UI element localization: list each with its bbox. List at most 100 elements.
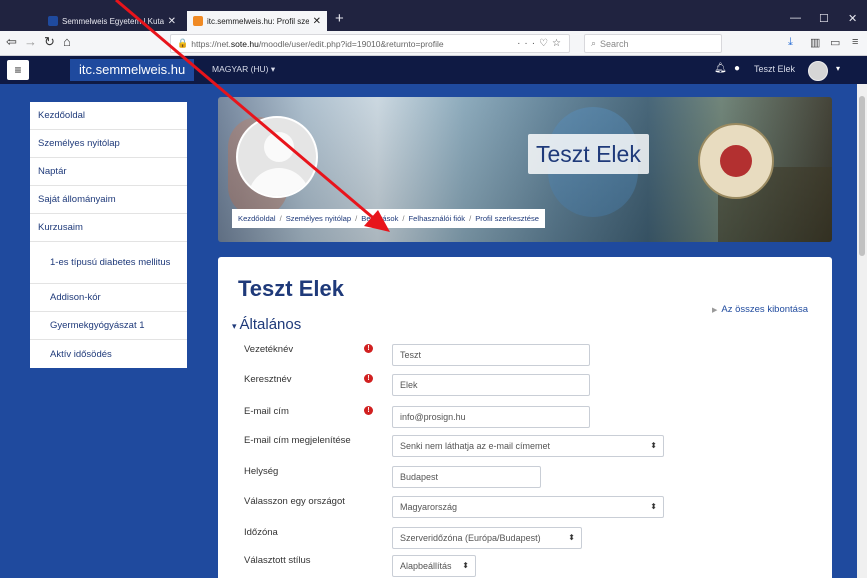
message-icon[interactable]: ● <box>734 63 740 74</box>
notification-bell-icon[interactable]: 🔔︎ <box>714 63 727 74</box>
scrollbar-thumb[interactable] <box>859 96 865 256</box>
sidebar-item-dashboard[interactable]: Személyes nyitólap <box>30 130 187 158</box>
caret-down-icon: ▾ <box>232 321 237 331</box>
breadcrumb: Kezdőoldal / Személyes nyitólap / Beállítá… <box>232 209 545 228</box>
field-label: E-mail cím <box>244 406 289 417</box>
email-field[interactable] <box>392 406 590 428</box>
tab-close-icon[interactable]: ✕ <box>168 16 176 27</box>
sidebar-nav: Kezdőoldal Személyes nyitólap Naptár Saj… <box>30 102 187 368</box>
page-actions-icon[interactable]: ···♡☆ <box>517 38 565 49</box>
tab-title: itc.semmelweis.hu: Profil szerk <box>207 16 309 26</box>
lastname-field[interactable] <box>392 344 590 366</box>
page-title: Teszt Elek <box>238 276 344 301</box>
section-general-toggle[interactable]: ▾ Általános <box>232 316 301 333</box>
tab-close-icon[interactable]: ✕ <box>313 16 321 27</box>
city-field[interactable] <box>392 466 541 488</box>
url-path: /moodle/user/edit.php?id=19010&returnto=… <box>258 38 444 49</box>
sidebar-item-course[interactable]: 1-es típusú diabetes mellitus <box>30 242 187 284</box>
form-row-city: Helység <box>244 466 824 488</box>
browser-tab-2[interactable]: itc.semmelweis.hu: Profil szerk ✕ <box>187 11 327 31</box>
select-value: Magyarország <box>400 502 458 512</box>
search-icon: ⌕ <box>591 38 597 48</box>
drawer-toggle-button[interactable]: ≡ <box>7 60 29 80</box>
breadcrumb-item[interactable]: Profil szerkesztése <box>475 214 539 223</box>
section-title: Általános <box>239 316 302 333</box>
timezone-select[interactable]: Szerveridőzóna (Európa/Budapest) ⬍ <box>392 527 582 549</box>
download-icon[interactable]: ⤓ <box>788 36 793 49</box>
form-row-firstname: Keresztnév ! <box>244 374 824 396</box>
sidebar-item-private-files[interactable]: Saját állományaim <box>30 186 187 214</box>
breadcrumb-item[interactable]: Felhasználói fiók <box>409 214 466 223</box>
sidebar-item-label: Kurzusaim <box>38 222 83 233</box>
back-icon[interactable]: ⇦ <box>6 34 17 50</box>
window-close-icon[interactable]: ✕ <box>848 12 857 25</box>
site-header: ≡ itc.semmelweis.hu MAGYAR (HU) ▾ 🔔︎ ● T… <box>0 56 867 84</box>
required-icon: ! <box>364 374 373 383</box>
sidebar-item-course[interactable]: Aktív idősödés <box>30 340 187 368</box>
expand-all-link[interactable]: ▶ Az összes kibontása <box>712 304 808 315</box>
breadcrumb-separator: / <box>355 214 358 223</box>
site-brand[interactable]: itc.semmelweis.hu <box>70 59 195 81</box>
sidebar-item-calendar[interactable]: Naptár <box>30 158 187 186</box>
select-value: Alapbeállítás <box>400 561 452 571</box>
form-row-country: Válasszon egy országot Magyarország ⬍ <box>244 496 824 518</box>
avatar-body-shape <box>248 168 310 196</box>
url-prefix: https://net. <box>191 38 231 49</box>
breadcrumb-item[interactable]: Kezdőoldal <box>238 214 276 223</box>
chevron-down-icon[interactable]: ▾ <box>836 64 840 73</box>
avatar[interactable] <box>808 61 828 81</box>
library-icon[interactable]: ▥ <box>810 36 820 49</box>
country-select[interactable]: Magyarország ⬍ <box>392 496 664 518</box>
url-bar[interactable]: 🔒 https://net. sote.hu/moodle/user/edit.p… <box>170 34 570 53</box>
breadcrumb-item[interactable]: Személyes nyitólap <box>286 214 351 223</box>
home-icon[interactable]: ⌂ <box>63 34 71 49</box>
required-icon: ! <box>364 344 373 353</box>
language-menu[interactable]: MAGYAR (HU) ▾ <box>212 64 275 75</box>
minimize-icon[interactable]: — <box>790 12 801 24</box>
profile-name: Teszt Elek <box>528 134 649 174</box>
sidebar-item-label: Saját állományaim <box>38 194 116 205</box>
sidebar-item-course[interactable]: Gyermekgyógyászat 1 <box>30 312 187 340</box>
edit-profile-card: Teszt Elek ▶ Az összes kibontása ▾ Általán… <box>218 257 832 578</box>
user-menu-name[interactable]: Teszt Elek <box>754 64 795 74</box>
field-label: Választott stílus <box>244 555 311 566</box>
forward-icon[interactable]: → <box>24 34 37 49</box>
seal-crest <box>720 145 752 177</box>
sidebar-item-label: Aktív idősödés <box>50 348 112 360</box>
select-arrow-icon: ⬍ <box>568 533 575 542</box>
breadcrumb-separator: / <box>402 214 405 223</box>
field-label: Válasszon egy országot <box>244 496 345 507</box>
profile-avatar <box>236 116 318 198</box>
avatar-head-shape <box>264 132 294 162</box>
sidebar-item-label: 1-es típusú diabetes mellitus <box>50 257 171 268</box>
new-tab-icon[interactable]: + <box>335 10 344 27</box>
sidebar-item-label: Személyes nyitólap <box>38 138 120 149</box>
browser-tab-1[interactable]: Semmelweis Egyetem | Kutató ✕ <box>42 11 182 31</box>
breadcrumb-item[interactable]: Beállítások <box>361 214 398 223</box>
sidebar-item-course[interactable]: Addison-kór <box>30 284 187 312</box>
required-icon: ! <box>364 406 373 415</box>
form-row-theme: Választott stílus Alapbeállítás ⬍ <box>244 555 824 577</box>
browser-nav-bar: ⇦ → ↻ ⌂ 🔒 https://net. sote.hu/moodle/use… <box>0 31 867 56</box>
theme-select[interactable]: Alapbeállítás ⬍ <box>392 555 476 577</box>
field-label: Vezetéknév <box>244 344 294 355</box>
email-display-select[interactable]: Senki nem láthatja az e-mail címemet ⬍ <box>392 435 664 457</box>
sidebar-item-home[interactable]: Kezdőoldal <box>30 102 187 130</box>
field-label: E-mail cím megjelenítése <box>244 435 351 446</box>
sidebar-item-label: Addison-kór <box>50 292 101 303</box>
form-row-lastname: Vezetéknév ! <box>244 344 824 366</box>
page-scrollbar[interactable] <box>857 84 867 578</box>
profile-header-banner: Teszt Elek Kezdőoldal / Személyes nyitóla… <box>218 97 832 242</box>
tab-favicon-icon <box>48 16 58 26</box>
reload-icon[interactable]: ↻ <box>44 34 55 50</box>
menu-icon[interactable]: ≡ <box>852 36 858 48</box>
select-value: Senki nem láthatja az e-mail címemet <box>400 441 551 451</box>
search-input[interactable]: ⌕ Search <box>584 34 722 53</box>
firstname-field[interactable] <box>392 374 590 396</box>
maximize-icon[interactable]: ☐ <box>819 12 829 25</box>
tab-title: Semmelweis Egyetem | Kutató <box>62 16 164 26</box>
sidebar-item-my-courses[interactable]: Kurzusaim <box>30 214 187 242</box>
field-label: Keresztnév <box>244 374 292 385</box>
sidebar-toggle-icon[interactable]: ▭ <box>830 36 840 49</box>
select-arrow-icon: ⬍ <box>650 441 657 450</box>
